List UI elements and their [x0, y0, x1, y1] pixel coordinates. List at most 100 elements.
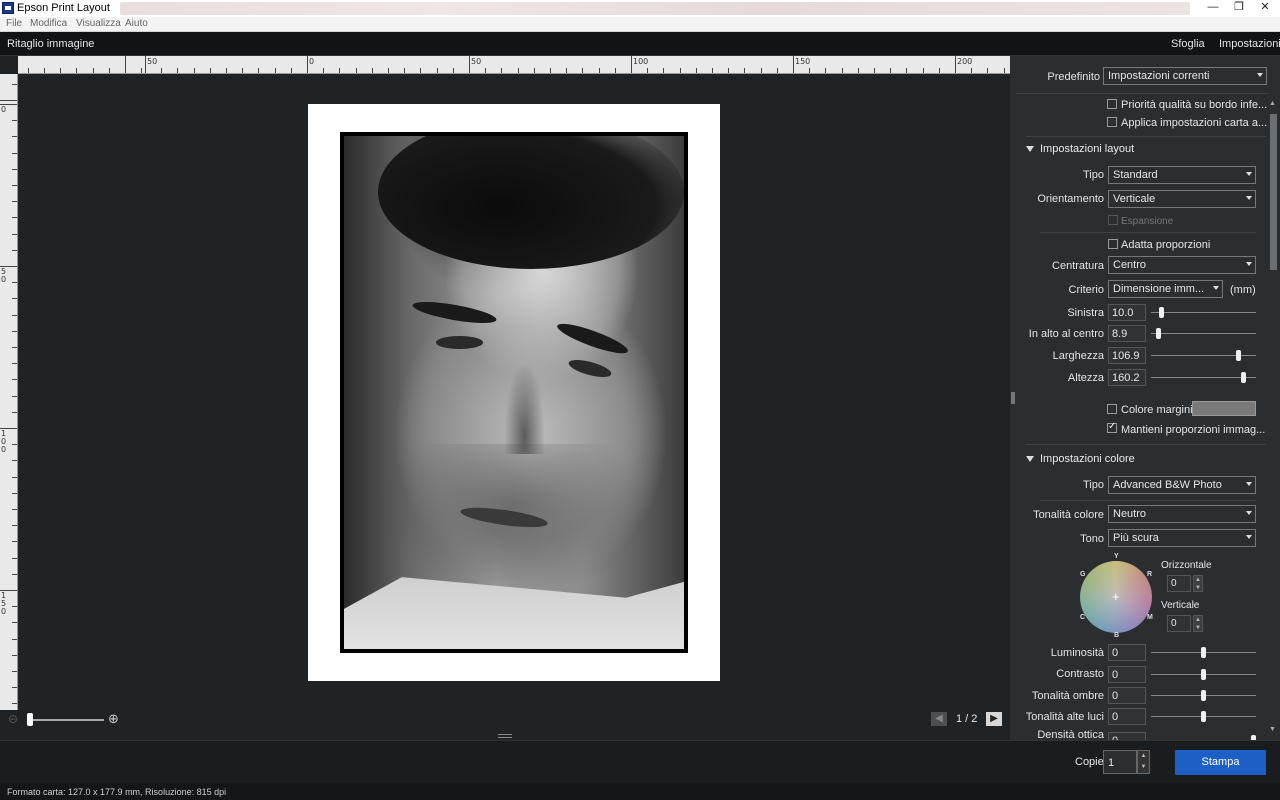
- ruler-tick: [436, 68, 438, 73]
- margin-color-swatch[interactable]: [1192, 401, 1256, 416]
- photo-frame[interactable]: [340, 132, 688, 653]
- color-type-select[interactable]: Advanced B&W Photo: [1108, 476, 1256, 494]
- layout-section-header[interactable]: Impostazioni layout: [1026, 143, 1134, 155]
- next-page-button[interactable]: ▶: [986, 712, 1002, 726]
- ruler-left: 0 5 0 1 0 0 1 5 0: [0, 74, 18, 726]
- top-center-slider-track[interactable]: [1151, 333, 1256, 334]
- crop-mode-title[interactable]: Ritaglio immagine: [7, 38, 94, 50]
- brightness-slider-thumb[interactable]: [1201, 647, 1206, 658]
- zoom-slider-thumb[interactable]: [27, 713, 33, 726]
- ruler-tick: [12, 687, 17, 689]
- color-section-header[interactable]: Impostazioni colore: [1026, 453, 1135, 465]
- crosshair-icon[interactable]: +: [1112, 589, 1120, 604]
- browse-link[interactable]: Sfoglia: [1171, 38, 1205, 50]
- ruler-tick: [209, 68, 211, 73]
- horizontal-spinner[interactable]: ▲ ▼: [1193, 575, 1203, 592]
- scrollbar-thumb[interactable]: [1270, 114, 1277, 270]
- contrast-slider-thumb[interactable]: [1201, 669, 1206, 680]
- ruler-top-label: 200: [957, 57, 973, 66]
- zoom-in-icon[interactable]: ⊕: [108, 711, 124, 727]
- ruler-tick: [12, 573, 17, 575]
- ruler-corner: [0, 56, 18, 74]
- close-button[interactable]: ✕: [1252, 0, 1278, 17]
- priority-label: Priorità qualità su bordo infe...: [1121, 99, 1268, 111]
- ruler-tick: [12, 557, 17, 559]
- minimize-button[interactable]: —: [1200, 0, 1226, 17]
- keep-proportions-checkbox[interactable]: [1107, 421, 1117, 433]
- left-label: Sinistra: [1067, 307, 1104, 319]
- highlight-tone-input[interactable]: 0: [1108, 708, 1146, 725]
- criterion-select[interactable]: Dimensione imm...: [1108, 280, 1223, 298]
- blurred-tab-strip: [120, 2, 1190, 15]
- apply-paper-checkbox[interactable]: [1107, 117, 1117, 127]
- ruler-tick: [274, 68, 276, 73]
- priority-checkbox[interactable]: [1107, 99, 1117, 109]
- tone-select[interactable]: Più scura: [1108, 529, 1256, 547]
- ruler-tick: [598, 68, 600, 73]
- height-input[interactable]: 160.2: [1108, 369, 1146, 386]
- left-input[interactable]: 10.0: [1108, 304, 1146, 321]
- width-input[interactable]: 106.9: [1108, 347, 1146, 364]
- margin-color-checkbox[interactable]: [1107, 404, 1117, 414]
- preset-select[interactable]: Impostazioni correnti: [1103, 67, 1267, 85]
- ruler-tick: [857, 68, 859, 73]
- ruler-tick: [971, 68, 973, 73]
- left-slider-thumb[interactable]: [1159, 307, 1164, 318]
- menu-file[interactable]: File: [6, 18, 22, 29]
- top-center-slider-thumb[interactable]: [1156, 328, 1161, 339]
- optical-density-input[interactable]: 0: [1108, 732, 1146, 740]
- shadow-tone-input[interactable]: 0: [1108, 687, 1146, 704]
- copies-input[interactable]: 1: [1103, 750, 1137, 774]
- ruler-tick: [841, 68, 843, 73]
- menu-visualizza[interactable]: Visualizza: [76, 18, 121, 29]
- maximize-button[interactable]: ❐: [1226, 0, 1252, 17]
- horizontal-label: Orizzontale: [1161, 560, 1212, 571]
- copies-label: Copie: [1075, 756, 1104, 768]
- vertical-input[interactable]: 0: [1167, 615, 1191, 632]
- divider-grip-icon[interactable]: [1011, 392, 1015, 404]
- zoom-out-icon[interactable]: ⊖: [8, 712, 22, 726]
- left-slider-track[interactable]: [1151, 312, 1256, 313]
- height-slider-thumb[interactable]: [1241, 372, 1246, 383]
- orientation-select[interactable]: Verticale: [1108, 190, 1256, 208]
- color-type-value: Advanced B&W Photo: [1113, 479, 1222, 491]
- ruler-tick: [987, 68, 989, 73]
- contrast-input[interactable]: 0: [1108, 666, 1146, 683]
- shadow-tone-slider-thumb[interactable]: [1201, 690, 1206, 701]
- print-bar: Copie 1 ▲ ▼ Stampa: [0, 740, 1280, 783]
- layout-type-select[interactable]: Standard: [1108, 166, 1256, 184]
- ruler-tick: [12, 298, 17, 300]
- ruler-tick: [485, 68, 487, 73]
- highlight-tone-slider-thumb[interactable]: [1201, 711, 1206, 722]
- top-center-input[interactable]: 8.9: [1108, 325, 1146, 342]
- optical-density-label: Densità ottica: [1037, 729, 1104, 740]
- menu-modifica[interactable]: Modifica: [30, 18, 67, 29]
- preset-label: Predefinito: [1047, 71, 1100, 83]
- width-label: Larghezza: [1052, 350, 1104, 362]
- scroll-down-icon[interactable]: ▼: [1269, 726, 1276, 733]
- color-tone-select[interactable]: Neutro: [1108, 505, 1256, 523]
- preset-value: Impostazioni correnti: [1108, 70, 1210, 82]
- ruler-tick: [890, 68, 892, 73]
- brightness-input[interactable]: 0: [1108, 644, 1146, 661]
- apply-paper-label: Applica impostazioni carta a...: [1121, 117, 1268, 129]
- resize-grip[interactable]: [498, 734, 512, 738]
- paper-preview[interactable]: [308, 104, 720, 681]
- criterion-value: Dimensione imm...: [1113, 283, 1205, 295]
- prev-page-button[interactable]: ◀: [931, 712, 947, 726]
- width-slider-thumb[interactable]: [1236, 350, 1241, 361]
- epson-app-icon: [2, 2, 14, 14]
- menu-aiuto[interactable]: Aiuto: [125, 18, 148, 29]
- panel-scrollbar[interactable]: ▲ ▼: [1268, 100, 1279, 740]
- copies-spinner[interactable]: ▲ ▼: [1137, 750, 1150, 774]
- fit-proportions-checkbox[interactable]: [1108, 239, 1118, 249]
- ruler-tick: [12, 185, 17, 186]
- ruler-tick: [793, 56, 794, 73]
- zoom-slider-track[interactable]: [28, 719, 104, 721]
- centering-select[interactable]: Centro: [1108, 256, 1256, 274]
- horizontal-input[interactable]: 0: [1167, 575, 1191, 592]
- scroll-up-icon[interactable]: ▲: [1269, 100, 1276, 107]
- vertical-spinner[interactable]: ▲ ▼: [1193, 615, 1203, 632]
- settings-link[interactable]: Impostazioni: [1219, 38, 1280, 50]
- print-button[interactable]: Stampa: [1175, 750, 1266, 775]
